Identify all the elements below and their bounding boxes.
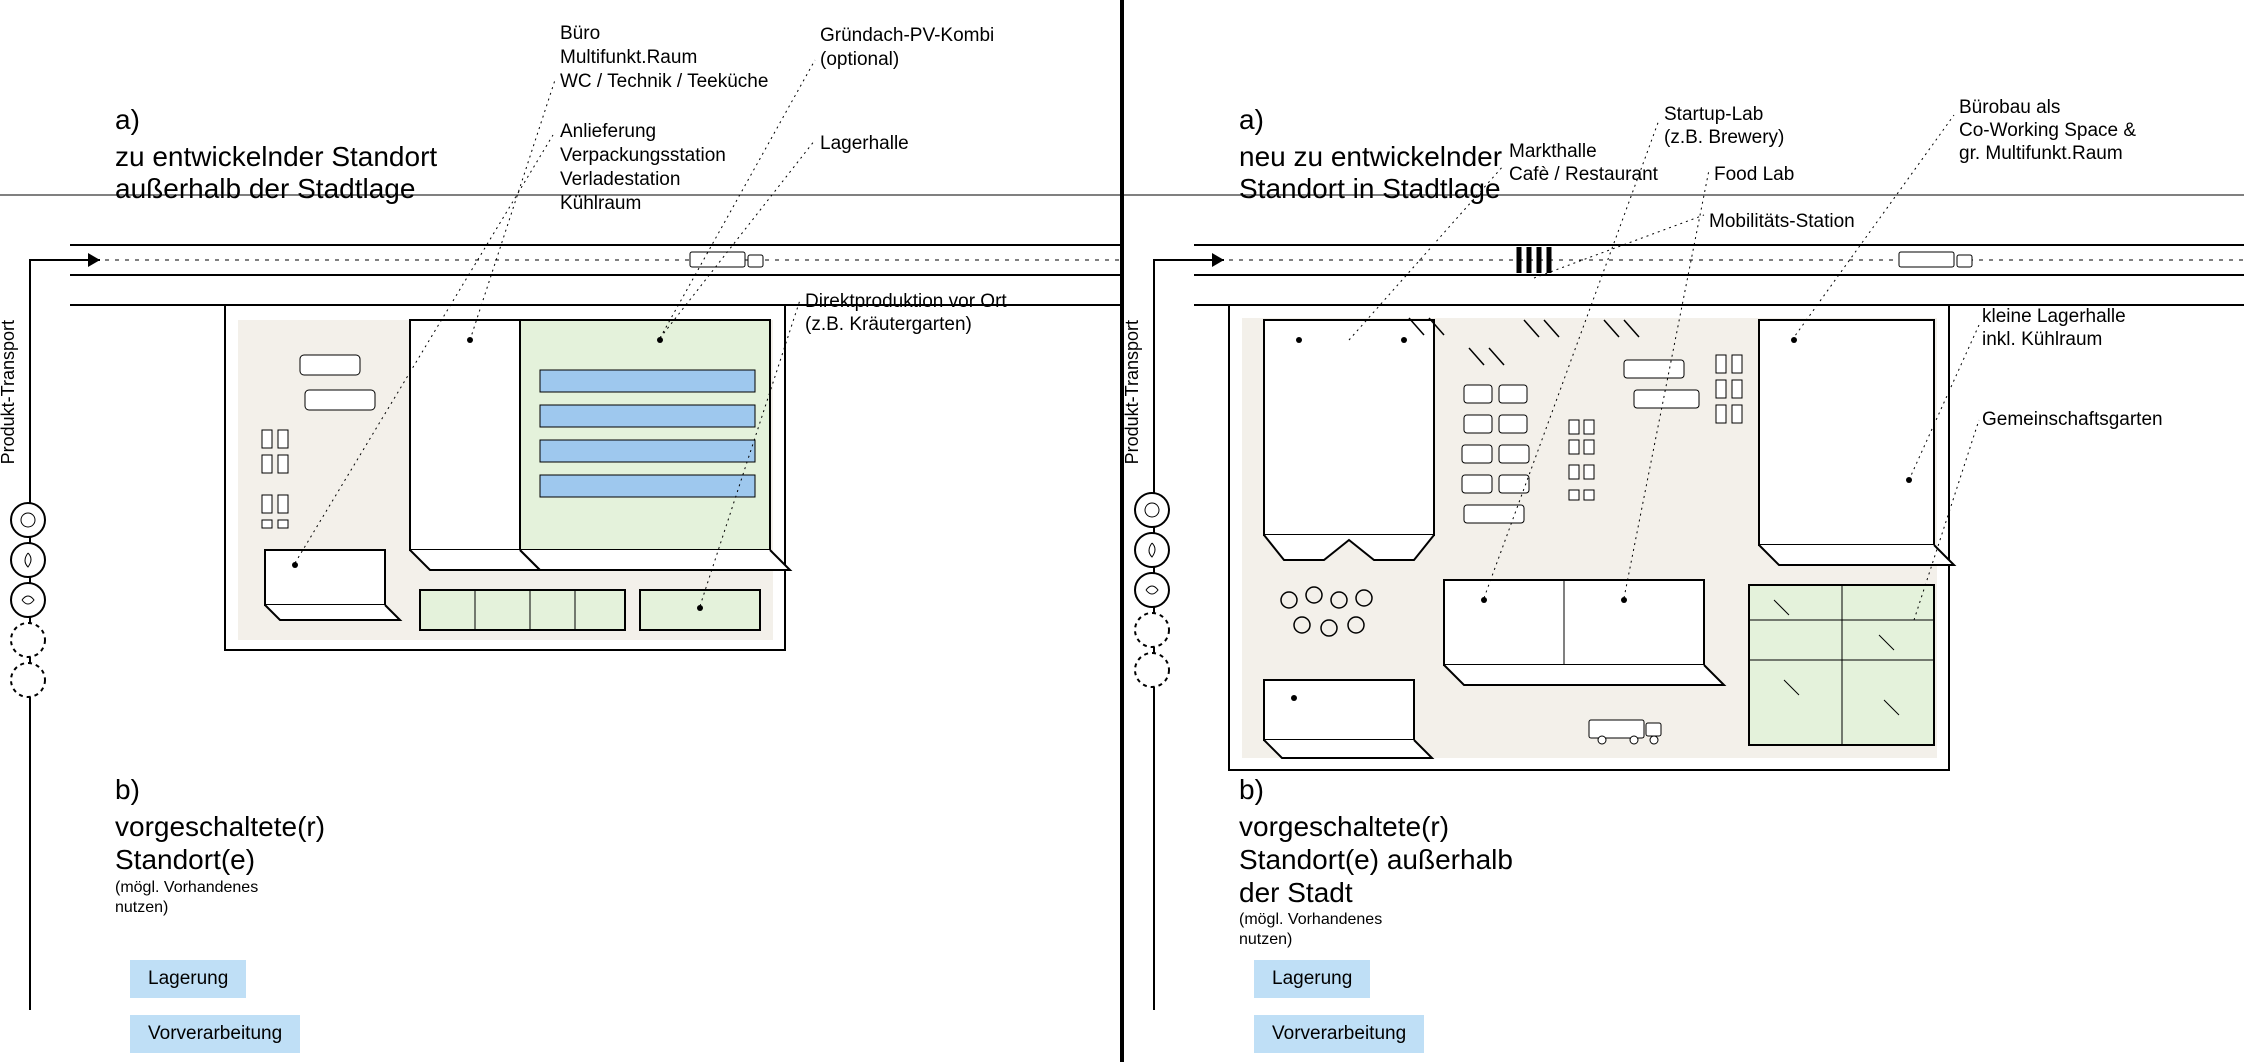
left-b-sub-1: (mögl. Vorhandenes: [115, 878, 258, 898]
right-callout-startup-1: Startup-Lab: [1664, 103, 1763, 127]
left-callout-mid1-1: Anlieferung: [560, 120, 656, 144]
right-callout-buero-1: Bürobau als: [1959, 96, 2060, 120]
left-b-title-2: Standort(e): [115, 843, 255, 877]
left-a-tag: a): [115, 103, 140, 137]
left-transport-label: Produkt-Transport: [0, 320, 19, 464]
left-tag-vorverarbeitung: Vorverarbeitung: [130, 1015, 300, 1053]
left-b-title-1: vorgeschaltete(r): [115, 810, 325, 844]
left-b-tag: b): [115, 773, 140, 807]
left-callout-right-1: Direktproduktion vor Ort: [805, 290, 1007, 314]
left-callout-right-2: (z.B. Kräutergarten): [805, 313, 972, 337]
right-callout-lager-2: inkl. Kühlraum: [1982, 328, 2102, 352]
right-callout-markthalle-1: Markthalle: [1509, 140, 1597, 164]
left-callout-mid1-2: Verpackungsstation: [560, 144, 726, 168]
panel-right: a) neu zu entwickelnder Standort in Stad…: [1124, 0, 2244, 1062]
left-tag-lagerung: Lagerung: [130, 960, 246, 998]
right-a-tag: a): [1239, 103, 1264, 137]
right-tag-lagerung: Lagerung: [1254, 960, 1370, 998]
right-b-title-1: vorgeschaltete(r): [1239, 810, 1449, 844]
left-callout-mid1-4: Kühlraum: [560, 192, 641, 216]
left-a-title-2: außerhalb der Stadtlage: [115, 172, 415, 206]
right-a-title-1: neu zu entwickelnder: [1239, 140, 1502, 174]
right-b-title-3: der Stadt: [1239, 876, 1353, 910]
left-callout-mid2: Lagerhalle: [820, 132, 909, 156]
right-callout-lager-1: kleine Lagerhalle: [1982, 305, 2126, 329]
right-callout-mobility: Mobilitäts-Station: [1709, 210, 1855, 234]
right-b-tag: b): [1239, 773, 1264, 807]
right-callout-markthalle-2: Cafè / Restaurant: [1509, 163, 1658, 187]
left-callout-top2-2: (optional): [820, 48, 899, 72]
right-transport-label: Produkt-Transport: [1122, 320, 1143, 464]
panel-left: a) zu entwickelnder Standort außerhalb d…: [0, 0, 1120, 1062]
right-callout-buero-2: Co-Working Space &: [1959, 119, 2136, 143]
right-a-title-2: Standort in Stadtlage: [1239, 172, 1501, 206]
right-callout-startup-2: (z.B. Brewery): [1664, 126, 1784, 150]
right-callout-garden: Gemeinschaftsgarten: [1982, 408, 2163, 432]
left-callout-mid1-3: Verladestation: [560, 168, 680, 192]
right-tag-vorverarbeitung: Vorverarbeitung: [1254, 1015, 1424, 1053]
right-b-title-2: Standort(e) außerhalb: [1239, 843, 1513, 877]
right-callout-foodlab: Food Lab: [1714, 163, 1794, 187]
right-b-sub-1: (mögl. Vorhandenes: [1239, 910, 1382, 930]
left-b-sub-2: nutzen): [115, 898, 168, 918]
right-b-sub-2: nutzen): [1239, 930, 1292, 950]
left-callout-top1-3: WC / Technik / Teeküche: [560, 70, 768, 94]
left-a-title-1: zu entwickelnder Standort: [115, 140, 437, 174]
left-callout-top1-1: Büro: [560, 22, 600, 46]
right-callout-buero-3: gr. Multifunkt.Raum: [1959, 142, 2123, 166]
left-callout-top1-2: Multifunkt.Raum: [560, 46, 697, 70]
left-callout-top2-1: Gründach-PV-Kombi: [820, 24, 994, 48]
